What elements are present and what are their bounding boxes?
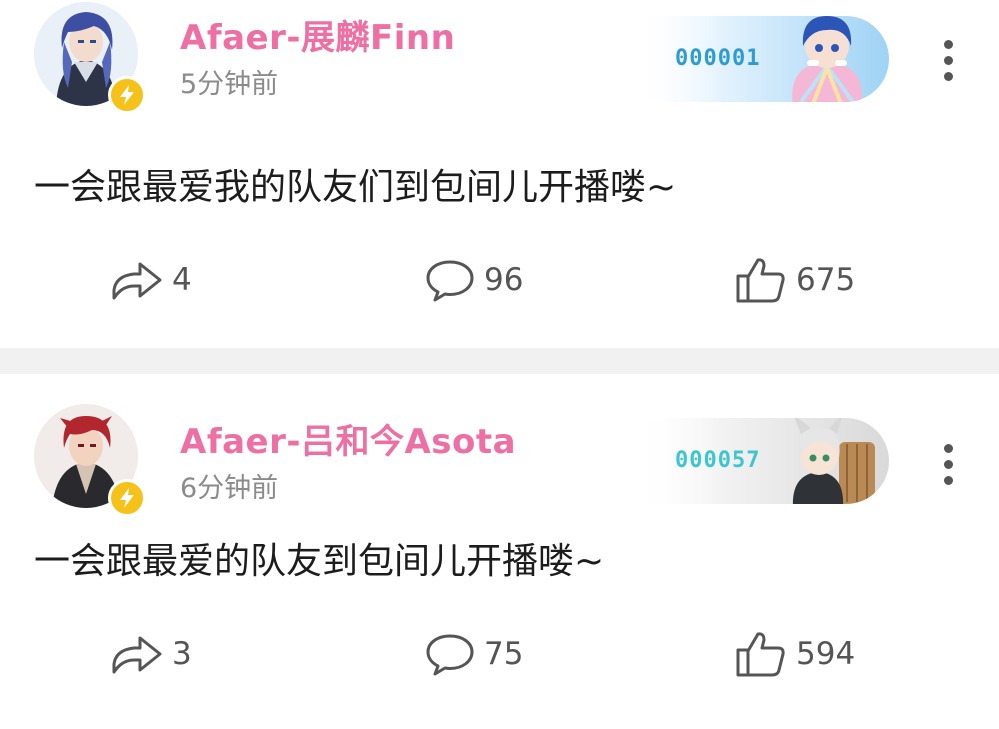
fan-badge-card[interactable]: 000057: [633, 418, 889, 504]
share-button[interactable]: 3: [110, 626, 192, 682]
chibi-character-icon: [792, 16, 862, 102]
verified-badge: [108, 76, 146, 114]
username[interactable]: Afaer-展麟Finn: [180, 10, 455, 59]
like-button[interactable]: 594: [734, 626, 855, 682]
post-actions: 4 96 675: [0, 252, 999, 308]
vertical-dots-icon: [943, 40, 953, 49]
lightning-bolt-icon: [120, 488, 134, 508]
verified-badge: [108, 479, 146, 517]
share-button[interactable]: 4: [110, 252, 192, 308]
thumbs-up-icon: [736, 632, 785, 677]
fan-number: 000001: [675, 46, 761, 71]
comment-count: 96: [484, 262, 524, 298]
post-actions: 3 75 594: [0, 626, 999, 682]
like-count: 594: [796, 636, 856, 672]
more-menu-button[interactable]: [941, 40, 955, 88]
username[interactable]: Afaer-吕和今Asota: [180, 414, 516, 463]
post-time: 5分钟前: [180, 69, 279, 100]
chibi-character-icon: [792, 418, 875, 504]
share-arrow-icon: [112, 262, 162, 300]
thumbs-up-icon: [736, 258, 785, 303]
vertical-dots-icon: [943, 444, 953, 453]
post-content: 一会跟最爱我的队友们到包间儿开播喽~: [34, 167, 677, 208]
fan-number: 000057: [675, 448, 761, 473]
share-arrow-icon: [112, 636, 162, 674]
speech-bubble-icon: [426, 634, 474, 676]
post-time: 6分钟前: [180, 473, 279, 504]
post-content: 一会跟最爱的队友到包间儿开播喽~: [34, 541, 605, 582]
more-menu-button[interactable]: [941, 444, 955, 492]
lightning-bolt-icon: [120, 85, 134, 105]
share-count: 4: [172, 262, 192, 298]
comment-count: 75: [484, 636, 524, 672]
like-button[interactable]: 675: [734, 252, 855, 308]
fan-badge-card[interactable]: 000001: [633, 16, 889, 102]
post-separator: [0, 348, 999, 374]
share-count: 3: [172, 636, 192, 672]
like-count: 675: [796, 262, 856, 298]
speech-bubble-icon: [426, 260, 474, 302]
post-card: Afaer-吕和今Asota 6分钟前 000057 一会跟最爱的队友到包间儿开…: [0, 374, 999, 729]
post-card: Afaer-展麟Finn 5分钟前 000001 一会跟最爱我的队友们到包间儿开…: [0, 0, 999, 348]
comment-button[interactable]: 75: [424, 626, 523, 682]
comment-button[interactable]: 96: [424, 252, 523, 308]
